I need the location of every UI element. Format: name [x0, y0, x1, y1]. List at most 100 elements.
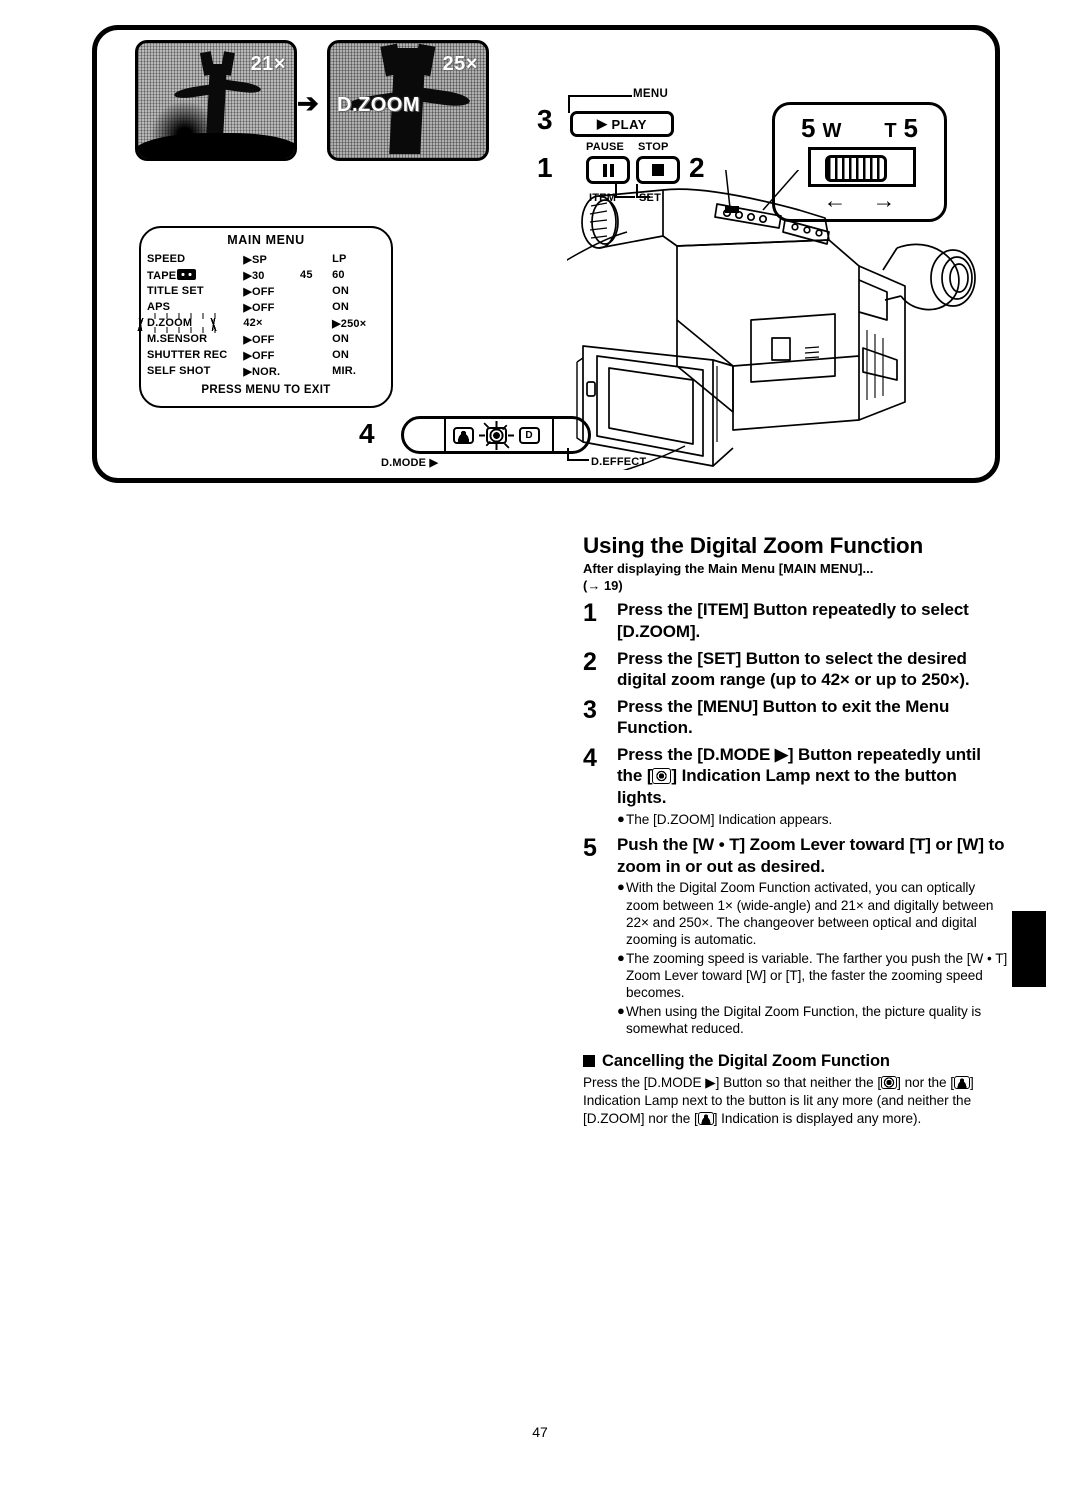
step-2: 2 Press the [SET] Button to select the d… [583, 648, 1008, 691]
cancel-section-body: Press the [D.MODE ▶] Button so that neit… [583, 1074, 1008, 1128]
menu-option-3: 60 [332, 269, 345, 281]
bullet-text: The zooming speed is variable. The farth… [626, 950, 1008, 1001]
dzoom-indication-icon [652, 768, 672, 785]
cancel-text-4: ] Indication is displayed any more). [713, 1110, 922, 1126]
transition-arrow-icon: ➔ [297, 88, 319, 118]
dzoom-indication-icon [881, 1075, 898, 1089]
intro-line-2: (→ 19) [583, 578, 623, 594]
manual-page: 21× ➔ 25× D.ZOOM MAIN MENU SPEED ▶SP LP … [0, 0, 1080, 1507]
menu-option-3: ▶250× [332, 317, 367, 330]
callout-number-3: 3 [537, 104, 553, 135]
bullet-dot-icon: ● [617, 810, 625, 826]
panel-divider [444, 419, 446, 451]
menu-option-3: ON [332, 349, 350, 361]
d-effect-lamp-icon: D [518, 426, 540, 444]
thumbnail-zoom-label: 25× [442, 53, 478, 75]
callout-number-4: 4 [359, 418, 375, 449]
bullet-item: ● When using the Digital Zoom Function, … [617, 1003, 1008, 1038]
step-number: 3 [583, 695, 597, 724]
step-text: Push the [W • T] Zoom Lever toward [T] o… [617, 834, 1005, 876]
menu-option-1: ▶OFF [243, 349, 275, 362]
page-number: 47 [532, 1424, 548, 1440]
menu-row-aps: APS ▶OFF ON [147, 299, 385, 319]
cancel-text-2: ] nor the [ [897, 1074, 955, 1090]
menu-option-1: ▶SP [243, 253, 268, 266]
menu-label: APS [147, 301, 171, 313]
person-indication-icon [954, 1075, 971, 1089]
bullet-text: With the Digital Zoom Function activated… [626, 880, 994, 948]
zoom-lever-left-number: 5 [800, 113, 816, 143]
bullet-dot-icon: ● [617, 879, 625, 895]
bullet-text: When using the Digital Zoom Function, th… [626, 1003, 982, 1037]
step-number: 5 [583, 833, 597, 862]
deffect-leader-line [567, 448, 589, 461]
thumbnail-digital-zoom: 25× D.ZOOM [327, 40, 489, 161]
dzoom-lamp-icon [478, 420, 514, 450]
cancel-heading-text: Cancelling the Digital Zoom Function [602, 1051, 890, 1070]
menu-option-2: 45 [300, 269, 313, 281]
main-menu-osd: MAIN MENU SPEED ▶SP LP TAPE ▶30 45 60 TI… [135, 226, 393, 408]
deffect-label: D.EFFECT [591, 456, 647, 468]
cancel-text-1: Press the [D.MODE ▶] Button so that neit… [583, 1074, 882, 1090]
thumbnail-optical-zoom: 21× [135, 40, 297, 161]
highlight-flash-icon [149, 327, 223, 333]
illustration-panel: 21× ➔ 25× D.ZOOM MAIN MENU SPEED ▶SP LP … [92, 25, 1000, 491]
zoom-lever-t-label: T [884, 120, 897, 142]
thumbnail-zoom-label: 21× [250, 53, 286, 75]
step-number: 2 [583, 647, 597, 676]
menu-label: SHUTTER REC [147, 349, 228, 361]
dmode-button-panel: D [401, 416, 591, 454]
cassette-icon [177, 268, 197, 280]
menu-option-3: LP [332, 253, 347, 265]
step-5: 5 Push the [W • T] Zoom Lever toward [T]… [583, 834, 1008, 1039]
menu-option-3: ON [332, 301, 350, 313]
menu-option-1: ▶OFF [243, 285, 275, 298]
pause-button-label: PAUSE [586, 141, 625, 153]
menu-option-1: ▶NOR. [243, 365, 281, 378]
section-tab-marker [1012, 911, 1046, 987]
menu-row-shutter-rec: SHUTTER REC ▶OFF ON [147, 347, 385, 363]
step-text: Press the [SET] Button to select the des… [617, 648, 970, 690]
bullet-item: ● With the Digital Zoom Function activat… [617, 879, 1008, 949]
menu-label: TAPE [147, 269, 177, 282]
step-text: Press the [ITEM] Button repeatedly to se… [617, 600, 969, 641]
menu-row-tape: TAPE ▶30 45 60 [147, 267, 385, 283]
person-indication-icon [697, 1111, 714, 1125]
step-4: 4 Press the [D.MODE ▶] Button repeatedly… [583, 744, 1008, 829]
menu-label: M.SENSOR [147, 333, 208, 345]
play-button-label: PLAY [611, 116, 647, 132]
panel-divider [552, 419, 554, 451]
square-bullet-icon [583, 1055, 595, 1068]
menu-option-3: ON [332, 333, 350, 345]
step-number: 1 [583, 599, 597, 628]
menu-option-1: ▶OFF [243, 333, 275, 346]
cancel-section-heading: Cancelling the Digital Zoom Function [583, 1052, 1008, 1071]
dmode-callout-group: 4 D D.MODE ▶ D.EFFECT [359, 408, 679, 478]
step-3: 3 Press the [MENU] Button to exit the Me… [583, 696, 1008, 739]
bullet-text: The [D.ZOOM] Indication appears. [626, 811, 833, 827]
step-text: Press the [D.MODE ▶] Button repeatedly u… [617, 744, 1008, 809]
menu-option-3: MIR. [332, 365, 357, 377]
main-menu-footer: PRESS MENU TO EXIT [201, 384, 331, 396]
menu-option-3: ON [332, 285, 350, 297]
body-text-column: Using the Digital Zoom Function After di… [583, 533, 1008, 1127]
bullet-item: ● The zooming speed is variable. The far… [617, 950, 1008, 1002]
play-button-graphic: ▶ PLAY [570, 111, 674, 137]
step-text: Press the [MENU] Button to exit the Menu… [617, 696, 950, 738]
menu-button-label: MENU [633, 88, 669, 100]
zoom-lever-w-label: W [822, 120, 842, 142]
intro-line-1: After displaying the Main Menu [MAIN MEN… [583, 560, 874, 576]
step-1: 1 Press the [ITEM] Button repeatedly to … [583, 599, 1008, 642]
menu-row-msensor: M.SENSOR ▶OFF ON [147, 327, 385, 347]
play-glyph-icon: ▶ [597, 116, 608, 131]
menu-row-speed: SPEED ▶SP LP [147, 251, 385, 267]
callout-number-1: 1 [537, 152, 553, 183]
menu-label: SPEED [147, 253, 186, 265]
menu-option-1: ▶30 [243, 269, 265, 282]
menu-label: TITLE SET [147, 285, 204, 297]
bullet-item: ● The [D.ZOOM] Indication appears. [617, 811, 1008, 828]
menu-option-1: ▶OFF [243, 301, 275, 314]
bullet-dot-icon: ● [617, 1002, 625, 1018]
stop-button-label: STOP [638, 141, 669, 153]
menu-row-self-shot: SELF SHOT ▶NOR. MIR. [147, 363, 385, 379]
